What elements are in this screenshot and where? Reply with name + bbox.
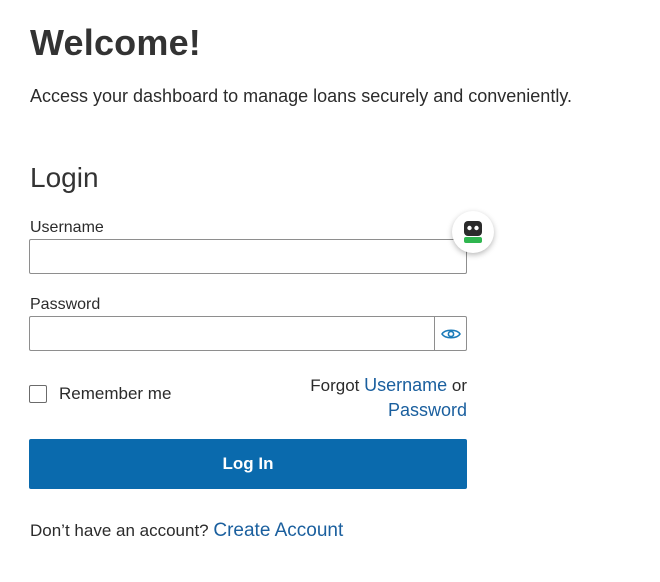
password-input[interactable] <box>30 317 435 350</box>
eye-icon <box>440 328 461 339</box>
page-title: Welcome! <box>30 22 201 63</box>
forgot-username-link[interactable]: Username <box>364 375 447 395</box>
forgot-or: or <box>451 376 467 395</box>
remember-me-checkbox[interactable] <box>29 385 47 403</box>
show-password-button[interactable] <box>434 317 466 350</box>
robot-icon <box>464 221 482 243</box>
forgot-prefix: Forgot <box>310 376 360 395</box>
password-field <box>29 316 467 351</box>
signup-prompt: Don’t have an account? <box>30 521 209 540</box>
username-label: Username <box>30 219 104 236</box>
page-subtitle: Access your dashboard to manage loans se… <box>30 86 572 106</box>
remember-me-label: Remember me <box>59 384 172 403</box>
username-input[interactable] <box>29 239 467 274</box>
create-account-link[interactable]: Create Account <box>213 520 343 541</box>
assistant-button[interactable] <box>452 211 494 253</box>
login-button[interactable]: Log In <box>29 439 467 489</box>
forgot-credentials: Forgot Username or Password <box>267 373 467 423</box>
signup-row: Don’t have an account? Create Account <box>30 520 343 542</box>
login-heading: Login <box>30 162 99 193</box>
remember-me[interactable]: Remember me <box>29 384 171 404</box>
forgot-password-link[interactable]: Password <box>388 400 467 420</box>
password-label: Password <box>30 296 101 313</box>
